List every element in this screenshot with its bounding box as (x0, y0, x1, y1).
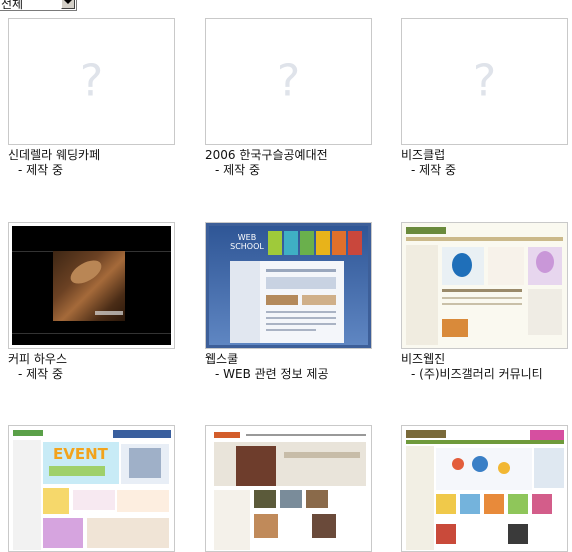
portfolio-desc: - 제작 중 (411, 163, 457, 177)
portfolio-desc: - 제작 중 (18, 163, 64, 177)
portfolio-title[interactable]: 비즈웹진 (401, 352, 445, 366)
thumbnail-beads-shop[interactable] (401, 425, 568, 552)
portfolio-title[interactable]: 비즈클럽 (401, 148, 445, 162)
question-mark-icon: ? (472, 54, 497, 106)
event-banner-text: EVENT (53, 445, 108, 463)
portfolio-title[interactable]: 신데렐라 웨딩카페 (8, 148, 100, 162)
portfolio-title[interactable]: 2006 한국구슬공예대전 (205, 148, 328, 162)
thumbnail-coffee-house[interactable] (8, 222, 175, 349)
portfolio-desc: - 제작 중 (215, 163, 261, 177)
thumbnail-beads-gallery[interactable] (401, 222, 568, 349)
question-mark-icon: ? (79, 54, 104, 106)
webschool-logo: WEB SCHOOL (230, 233, 264, 251)
category-filter-value: 전체 (1, 0, 24, 11)
thumbnail-placeholder[interactable]: ? (205, 18, 372, 145)
portfolio-desc: - (주)비즈갤러리 커뮤니티 (411, 367, 543, 381)
chevron-down-icon[interactable] (61, 0, 75, 9)
thumbnail-webschool[interactable]: WEB SCHOOL (205, 222, 372, 349)
category-filter-select[interactable]: 전체 (0, 0, 77, 11)
portfolio-title[interactable]: 웹스쿨 (205, 352, 238, 366)
portfolio-desc: - 제작 중 (18, 367, 64, 381)
thumbnail-placeholder[interactable]: ? (401, 18, 568, 145)
thumbnail-placeholder[interactable]: ? (8, 18, 175, 145)
thumbnail-church[interactable] (205, 425, 372, 552)
thumbnail-event-shop[interactable]: EVENT (8, 425, 175, 552)
portfolio-desc: - WEB 관련 정보 제공 (215, 367, 329, 381)
question-mark-icon: ? (276, 54, 301, 106)
portfolio-title[interactable]: 커피 하우스 (8, 352, 67, 366)
